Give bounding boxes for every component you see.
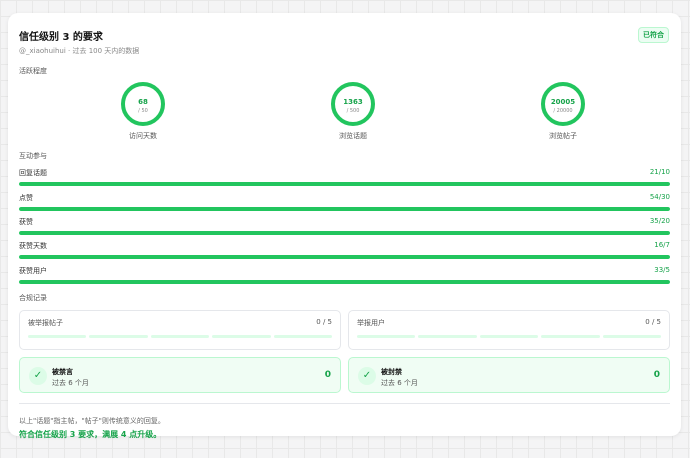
- ban-count: 0: [653, 370, 660, 380]
- bar-likes-given: 点赞 54/30: [19, 193, 670, 211]
- bar-likes-received: 获赞 35/20: [19, 217, 670, 235]
- ban-count: 0: [324, 370, 331, 380]
- ring-value: 68: [138, 98, 148, 106]
- ring-label: 浏览帖子: [549, 132, 577, 140]
- reported-users-box: 举报用户 0 / 5: [348, 310, 670, 350]
- report-value: 0 / 5: [316, 318, 332, 326]
- divider: [19, 403, 670, 404]
- report-label: 举报用户: [357, 319, 385, 327]
- bar-label: 获赞: [19, 218, 33, 226]
- bar-track: [19, 255, 670, 259]
- bar-fill: [19, 231, 670, 235]
- report-segments: [28, 335, 333, 338]
- report-value: 0 / 5: [645, 318, 661, 326]
- bar-liked-users: 获赞用户 33/5: [19, 266, 670, 284]
- ring-label: 访问天数: [129, 132, 157, 140]
- check-icon: ✓: [29, 367, 47, 385]
- bar-track: [19, 280, 670, 284]
- interaction-section-label: 互动参与: [19, 152, 47, 160]
- card-subtitle: @_xiaohuihui · 过去 100 天内的数据: [19, 47, 140, 55]
- ring-value: 20005: [551, 98, 575, 106]
- segment: [602, 335, 662, 338]
- activity-section-label: 活跃程度: [19, 67, 47, 75]
- progress-ring: 68 / 50: [121, 82, 165, 126]
- bar-value: 35/20: [649, 217, 670, 225]
- ring-target: / 20000: [553, 108, 572, 114]
- segment: [418, 335, 477, 338]
- segment: [479, 335, 539, 338]
- reported-posts-box: 被举报帖子 0 / 5: [19, 310, 341, 350]
- segment: [89, 335, 148, 338]
- ring-label: 浏览话题: [339, 132, 367, 140]
- ban-subtitle: 过去 6 个月: [381, 379, 418, 387]
- ban-title: 被封禁: [381, 368, 402, 376]
- compliance-section-label: 合规记录: [19, 294, 47, 302]
- conclusion-text: 符合信任级别 3 要求，满展 4 点升级。: [19, 430, 162, 439]
- bar-track: [19, 231, 670, 235]
- bar-value: 33/5: [654, 266, 670, 274]
- suspended-box: ✓ 被封禁 过去 6 个月 0: [348, 357, 670, 393]
- bar-value: 16/7: [654, 241, 670, 249]
- ring-visit-days: 68 / 50 访问天数: [108, 81, 178, 141]
- segment: [212, 335, 271, 338]
- segment: [150, 335, 210, 338]
- bar-fill: [19, 207, 670, 211]
- ring-value: 1363: [343, 98, 363, 106]
- bar-liked-days: 获赞天数 16/7: [19, 241, 670, 259]
- bar-value: 21/10: [649, 168, 670, 176]
- bar-track: [19, 182, 670, 186]
- card-title: 信任级别 3 的要求: [19, 32, 103, 43]
- bar-label: 获赞用户: [19, 267, 47, 275]
- segment: [273, 335, 333, 338]
- bar-fill: [19, 280, 670, 284]
- bar-track: [19, 207, 670, 211]
- footnote: 以上"话题"指主帖，"帖子"则传统意义的回复。: [19, 417, 165, 425]
- ring-target: / 50: [138, 108, 148, 114]
- ban-title: 被禁言: [52, 368, 73, 376]
- segment: [28, 335, 87, 338]
- report-label: 被举报帖子: [28, 319, 63, 327]
- bar-value: 54/30: [649, 193, 670, 201]
- progress-ring: 1363 / 500: [331, 82, 375, 126]
- bar-fill: [19, 182, 670, 186]
- bar-label: 获赞天数: [19, 242, 47, 250]
- bar-replies: 回复话题 21/10: [19, 168, 670, 186]
- status-badge: 已符合: [638, 27, 669, 43]
- bar-fill: [19, 255, 670, 259]
- ring-topics-viewed: 1363 / 500 浏览话题: [318, 81, 388, 141]
- report-segments: [357, 335, 662, 338]
- segment: [357, 335, 416, 338]
- ring-posts-viewed: 20005 / 20000 浏览帖子: [528, 81, 598, 141]
- trust-level-card: 信任级别 3 的要求 已符合 @_xiaohuihui · 过去 100 天内的…: [8, 13, 681, 439]
- ban-subtitle: 过去 6 个月: [52, 379, 89, 387]
- progress-ring: 20005 / 20000: [541, 82, 585, 126]
- bar-label: 点赞: [19, 194, 33, 202]
- silenced-box: ✓ 被禁言 过去 6 个月 0: [19, 357, 341, 393]
- ring-target: / 500: [347, 108, 360, 114]
- segment: [541, 335, 600, 338]
- bar-label: 回复话题: [19, 169, 47, 177]
- check-icon: ✓: [358, 367, 376, 385]
